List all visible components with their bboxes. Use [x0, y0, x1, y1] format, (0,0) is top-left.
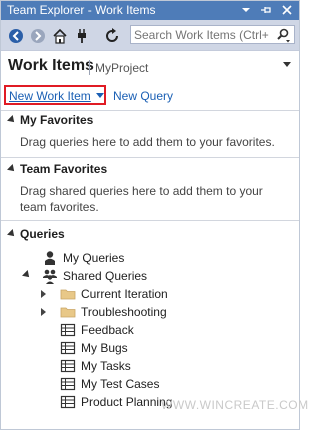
- window-title: Team Explorer - Work Items: [7, 3, 156, 17]
- pin-icon[interactable]: [258, 2, 274, 18]
- heading-separator: [89, 60, 90, 75]
- page-title: Work Items: [8, 57, 94, 74]
- expand-closed-icon[interactable]: [41, 308, 46, 316]
- tree-item-my-tasks[interactable]: My Tasks: [1, 357, 299, 375]
- tree-item-label: My Queries: [63, 251, 125, 265]
- connect-icon[interactable]: [74, 28, 90, 44]
- tree-item-my-queries[interactable]: My Queries: [1, 249, 299, 267]
- collapse-icon[interactable]: [7, 164, 17, 174]
- new-query-link[interactable]: New Query: [113, 89, 173, 103]
- title-bar[interactable]: Team Explorer - Work Items: [1, 1, 299, 20]
- tree-item-label: My Test Cases: [81, 377, 160, 391]
- section-title: My Favorites: [20, 113, 94, 127]
- folder-icon: [60, 304, 76, 320]
- divider: [1, 110, 299, 111]
- back-icon[interactable]: [8, 28, 24, 44]
- team-favorites-hint: Drag shared queries here to add them to …: [20, 184, 263, 214]
- action-bar: New Work Item New Query: [1, 83, 299, 111]
- section-title: Team Favorites: [20, 162, 108, 176]
- tree-item-label: Product Planning: [81, 395, 173, 409]
- tree-item-current-iteration[interactable]: Current Iteration: [1, 285, 299, 303]
- my-favorites-hint: Drag queries here to add them to your fa…: [20, 135, 275, 149]
- heading-dropdown-icon[interactable]: [283, 62, 291, 67]
- search-icon[interactable]: [275, 27, 291, 43]
- new-work-item-label[interactable]: New Work Item: [9, 89, 91, 103]
- refresh-icon[interactable]: [104, 28, 120, 44]
- section-title: Queries: [20, 227, 65, 241]
- user-icon: [42, 250, 58, 266]
- watermark: WWW.WINCREATE.COM: [161, 398, 309, 412]
- expand-closed-icon[interactable]: [41, 290, 46, 298]
- query-grid-icon: [60, 358, 76, 374]
- new-work-item-button[interactable]: New Work Item: [4, 85, 106, 105]
- query-grid-icon: [60, 376, 76, 392]
- collapse-icon[interactable]: [7, 115, 17, 125]
- page-heading: Work Items MyProject: [1, 51, 299, 81]
- group-icon: [42, 268, 58, 284]
- team-explorer-window: Team Explorer - Work Items Search Work I…: [0, 0, 308, 430]
- tree-item-label: My Tasks: [81, 359, 131, 373]
- query-grid-icon: [60, 340, 76, 356]
- tree-item-label: My Bugs: [81, 341, 128, 355]
- dropdown-icon[interactable]: [238, 2, 254, 18]
- tree-item-label: Shared Queries: [63, 269, 148, 283]
- folder-icon: [60, 286, 76, 302]
- search-box[interactable]: [130, 25, 295, 44]
- query-grid-icon: [60, 394, 76, 410]
- tree-item-label: Feedback: [81, 323, 134, 337]
- divider: [1, 220, 299, 221]
- collapse-icon[interactable]: [7, 229, 17, 239]
- tree-item-my-bugs[interactable]: My Bugs: [1, 339, 299, 357]
- search-input[interactable]: [134, 28, 272, 42]
- divider: [1, 157, 299, 158]
- toolbar: [1, 20, 299, 51]
- chevron-down-icon[interactable]: [96, 93, 104, 98]
- forward-icon[interactable]: [30, 28, 46, 44]
- project-name[interactable]: MyProject: [95, 61, 148, 75]
- tree-item-troubleshooting[interactable]: Troubleshooting: [1, 303, 299, 321]
- expand-icon[interactable]: [22, 270, 32, 280]
- tree-item-label: Current Iteration: [81, 287, 168, 301]
- close-icon[interactable]: [279, 2, 295, 18]
- tree-item-shared-queries[interactable]: Shared Queries: [1, 267, 299, 285]
- section-queries[interactable]: Queries: [1, 226, 299, 244]
- section-my-favorites[interactable]: My Favorites: [1, 112, 299, 130]
- tree-item-label: Troubleshooting: [81, 305, 167, 319]
- tree-item-feedback[interactable]: Feedback: [1, 321, 299, 339]
- section-team-favorites[interactable]: Team Favorites: [1, 161, 299, 179]
- query-grid-icon: [60, 322, 76, 338]
- home-icon[interactable]: [52, 28, 68, 44]
- tree-item-my-test-cases[interactable]: My Test Cases: [1, 375, 299, 393]
